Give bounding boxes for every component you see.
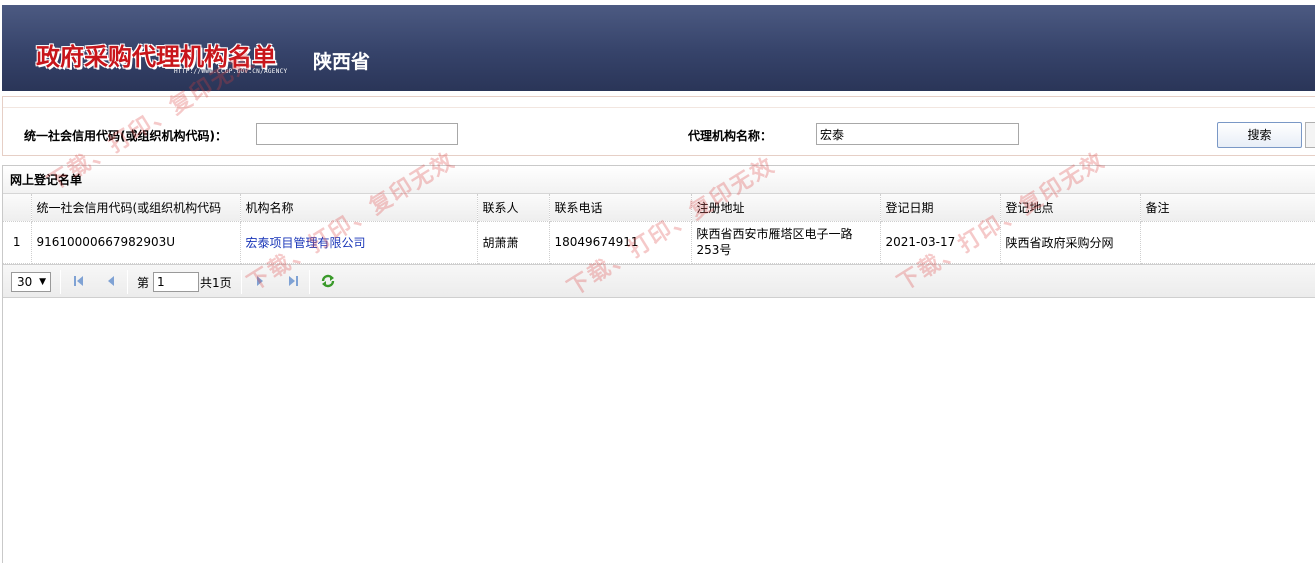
current-page-input[interactable]: 1 bbox=[153, 271, 199, 292]
header-name[interactable]: 机构名称 bbox=[240, 194, 478, 222]
header-rownum bbox=[3, 194, 32, 222]
header-credit-code[interactable]: 统一社会信用代码(或组织机构代码 bbox=[31, 194, 241, 222]
cell-name: 宏泰项目管理有限公司 bbox=[240, 221, 478, 264]
credit-code-label: 统一社会信用代码(或组织机构代码)： bbox=[24, 129, 227, 143]
row-number: 1 bbox=[3, 221, 32, 264]
results-table: 统一社会信用代码(或组织机构代码 机构名称 联系人 联系电话 注册地址 登记日期… bbox=[3, 194, 1315, 264]
results-grid: 网上登记名单 统一社会信用代码(或组织机构代码 机构名称 联系人 联系电话 注册… bbox=[2, 165, 1315, 563]
site-logo: 政府采购代理机构名单 bbox=[36, 43, 276, 71]
page-size-select[interactable]: 30 ▼ bbox=[11, 271, 51, 292]
search-button[interactable]: 搜索 bbox=[1217, 122, 1302, 148]
cell-credit-code: 91610000667982903U bbox=[31, 221, 241, 264]
page-size-value: 30 bbox=[17, 274, 33, 289]
reset-button[interactable] bbox=[1305, 122, 1315, 148]
table-header-row: 统一社会信用代码(或组织机构代码 机构名称 联系人 联系电话 注册地址 登记日期… bbox=[3, 194, 1315, 222]
prev-page-icon[interactable] bbox=[103, 273, 119, 289]
refresh-icon[interactable] bbox=[320, 273, 336, 289]
header-contact[interactable]: 联系人 bbox=[477, 194, 550, 222]
page-prefix-label: 第 bbox=[137, 275, 150, 290]
cell-reg-place: 陕西省政府采购分网 bbox=[1000, 221, 1141, 264]
cell-address: 陕西省西安市雁塔区电子一路253号 bbox=[691, 221, 881, 264]
first-page-icon[interactable] bbox=[71, 273, 87, 289]
divider bbox=[127, 269, 128, 294]
total-pages-label: 共1页 bbox=[200, 275, 232, 290]
agency-name-input[interactable] bbox=[816, 123, 1019, 145]
header-reg-date[interactable]: 登记日期 bbox=[880, 194, 1001, 222]
header-phone[interactable]: 联系电话 bbox=[549, 194, 692, 222]
divider bbox=[3, 107, 1315, 108]
agency-name-label: 代理机构名称： bbox=[688, 129, 773, 143]
header-note[interactable]: 备注 bbox=[1140, 194, 1315, 222]
header-reg-place[interactable]: 登记地点 bbox=[1000, 194, 1141, 222]
last-page-icon[interactable] bbox=[285, 273, 301, 289]
province-title: 陕西省 bbox=[313, 51, 371, 73]
cell-contact: 胡萧萧 bbox=[477, 221, 550, 264]
site-url: HTTP://WWW.CCGP.GOV.CN/AGENCY bbox=[174, 68, 288, 75]
header-address[interactable]: 注册地址 bbox=[691, 194, 881, 222]
chevron-down-icon: ▼ bbox=[39, 276, 46, 287]
cell-phone: 18049674911 bbox=[549, 221, 692, 264]
agency-name-link[interactable]: 宏泰项目管理有限公司 bbox=[246, 236, 366, 250]
divider bbox=[241, 269, 242, 294]
credit-code-input[interactable] bbox=[256, 123, 458, 145]
search-panel: 统一社会信用代码(或组织机构代码)： 代理机构名称： 搜索 bbox=[2, 96, 1315, 156]
pagination-bar: 30 ▼ 第 1 共1页 bbox=[3, 263, 1315, 298]
cell-note bbox=[1140, 221, 1315, 264]
divider bbox=[309, 269, 310, 294]
grid-title: 网上登记名单 bbox=[3, 166, 1315, 194]
divider bbox=[60, 269, 61, 294]
table-row[interactable]: 1 91610000667982903U 宏泰项目管理有限公司 胡萧萧 1804… bbox=[3, 221, 1315, 264]
header-banner: 政府采购代理机构名单 HTTP://WWW.CCGP.GOV.CN/AGENCY… bbox=[2, 5, 1315, 91]
next-page-icon[interactable] bbox=[252, 273, 268, 289]
cell-reg-date: 2021-03-17 bbox=[880, 221, 1001, 264]
